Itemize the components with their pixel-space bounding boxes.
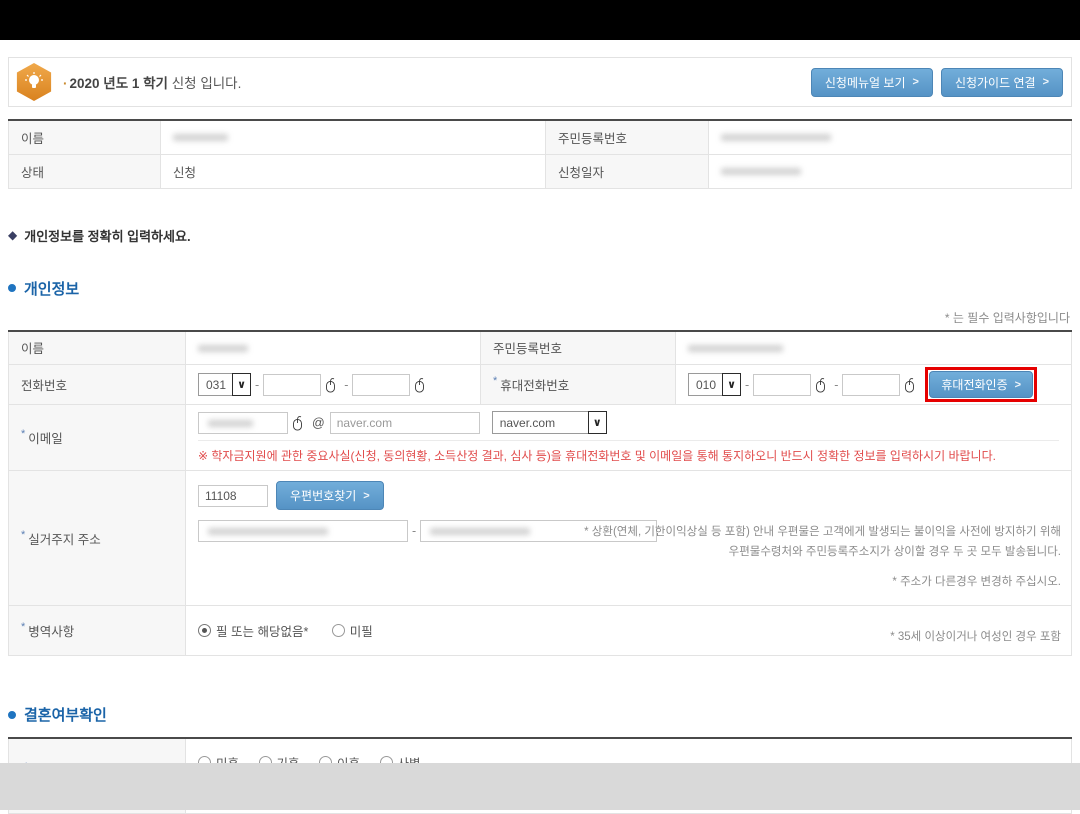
chevron-down-icon: ∨ xyxy=(588,411,607,434)
address-mail-note: * 상환(연체, 기한이익상실 등 포함) 안내 우편물은 고객에게 발생되는 … xyxy=(584,523,1061,562)
redacted-value xyxy=(688,345,783,352)
rrn-value xyxy=(676,331,1072,365)
table-row: 이름 주민등록번호 xyxy=(9,331,1072,365)
summary-name-label: 이름 xyxy=(9,120,161,154)
mouse-keypad-icon[interactable] xyxy=(903,377,916,393)
mobile-prefix-select[interactable]: 010∨ xyxy=(688,373,741,396)
military-option-notdone[interactable]: 미필 xyxy=(332,621,373,640)
mobile-last-input[interactable] xyxy=(842,374,900,396)
military-label: *병역사항 xyxy=(9,606,186,656)
diamond-bullet-icon: ◆ xyxy=(8,228,17,242)
email-domain-input[interactable] xyxy=(330,412,480,434)
address-change-note: * 주소가 다른경우 변경하 주십시오. xyxy=(892,573,1061,593)
summary-date-label: 신청일자 xyxy=(546,154,709,188)
radio-icon[interactable] xyxy=(198,624,211,637)
table-row: *병역사항 필 또는 해당없음* 미필 * 35세 이상이거나 여성인 경우 포… xyxy=(9,606,1072,656)
email-label: *이메일 xyxy=(9,405,186,471)
name-value xyxy=(186,331,481,365)
phone-label: 전화번호 xyxy=(9,365,186,405)
table-row: *실거주지 주소 우편번호찾기> - * 상환(연체, 기한이익상실 등 포함)… xyxy=(9,471,1072,606)
top-black-bar xyxy=(0,0,1080,40)
notice-rest: 신청 입니다. xyxy=(172,76,242,91)
footer-gray-bar xyxy=(0,763,1080,810)
summary-date-value xyxy=(709,154,1072,188)
rrn-label: 주민등록번호 xyxy=(481,331,676,365)
mobile-label: *휴대전화번호 xyxy=(481,365,676,405)
summary-status-label: 상태 xyxy=(9,154,161,188)
chevron-icon: > xyxy=(1015,379,1021,391)
instruction-text: ◆ 개인정보를 정확히 입력하세요. xyxy=(8,226,1072,245)
at-symbol: @ xyxy=(312,416,325,430)
mouse-keypad-icon[interactable] xyxy=(413,377,426,393)
redacted-value xyxy=(173,134,228,141)
postal-search-button[interactable]: 우편번호찾기> xyxy=(276,481,384,510)
chevron-down-icon: ∨ xyxy=(232,373,251,396)
mouse-keypad-icon[interactable] xyxy=(291,415,304,431)
military-note: * 35세 이상이거나 여성인 경우 포함 xyxy=(890,628,1061,648)
redacted-value xyxy=(721,168,801,175)
notice-term: 2020 년도 1 학기 xyxy=(70,76,168,91)
required-fields-note: * 는 필수 입력사항입니다 xyxy=(8,309,1070,326)
notice-box: ·2020 년도 1 학기 신청 입니다. 신청메뉴얼 보기> 신청가이드 연결… xyxy=(8,57,1072,107)
action-highlight-box: 휴대전화인증> xyxy=(925,367,1037,402)
section-title: 개인정보 xyxy=(24,278,79,299)
mouse-keypad-icon[interactable] xyxy=(814,377,827,393)
table-row: 전화번호 031∨ - - *휴대전화번호 010∨ - xyxy=(9,365,1072,405)
email-warning-text: ※ 학자금지원에 관한 중요사실(신청, 동의현황, 소득산정 결과, 심사 등… xyxy=(198,447,996,464)
address-base-input[interactable] xyxy=(198,520,408,542)
section-bullet-icon xyxy=(8,711,16,719)
guide-button[interactable]: 신청가이드 연결> xyxy=(941,68,1063,97)
table-row: 상태 신청 신청일자 xyxy=(9,154,1072,188)
table-row: 이름 주민등록번호 xyxy=(9,120,1072,154)
email-id-input[interactable] xyxy=(198,412,288,434)
chevron-down-icon: ∨ xyxy=(722,373,741,396)
phone-prefix-select[interactable]: 031∨ xyxy=(198,373,251,396)
email-domain-select[interactable]: naver.com∨ xyxy=(492,411,607,434)
mouse-keypad-icon[interactable] xyxy=(324,377,337,393)
summary-rrn-label: 주민등록번호 xyxy=(546,120,709,154)
chevron-icon: > xyxy=(1043,76,1049,88)
notice-bullet: · xyxy=(63,76,68,91)
personal-info-table: 이름 주민등록번호 전화번호 031∨ - - *휴대전화번호 xyxy=(8,330,1072,657)
phone-middle-input[interactable] xyxy=(263,374,321,396)
radio-icon[interactable] xyxy=(332,624,345,637)
summary-status-value: 신청 xyxy=(161,154,546,188)
manual-button[interactable]: 신청메뉴얼 보기> xyxy=(811,68,933,97)
mobile-verify-button[interactable]: 휴대전화인증> xyxy=(929,371,1033,398)
address-label: *실거주지 주소 xyxy=(9,471,186,606)
section-title: 결혼여부확인 xyxy=(24,704,107,725)
chevron-icon: > xyxy=(363,490,369,502)
military-option-done[interactable]: 필 또는 해당없음* xyxy=(198,621,308,640)
redacted-value xyxy=(721,134,831,141)
section-bullet-icon xyxy=(8,284,16,292)
redacted-value xyxy=(198,345,248,352)
lightbulb-icon xyxy=(15,63,53,101)
summary-rrn-value xyxy=(709,120,1072,154)
postal-code-input[interactable] xyxy=(198,485,268,507)
summary-name-value xyxy=(161,120,546,154)
application-summary-table: 이름 주민등록번호 상태 신청 신청일자 xyxy=(8,119,1072,189)
section-marriage: 결혼여부확인 xyxy=(8,704,1072,725)
semester-notice: ·2020 년도 1 학기 신청 입니다. xyxy=(63,72,241,92)
phone-last-input[interactable] xyxy=(352,374,410,396)
chevron-icon: > xyxy=(913,76,919,88)
name-label: 이름 xyxy=(9,331,186,365)
table-row: *이메일 @ naver.com∨ ※ 학자금지원에 관한 중요사실(신청, 동… xyxy=(9,405,1072,471)
mobile-middle-input[interactable] xyxy=(753,374,811,396)
section-personal-info: 개인정보 xyxy=(8,278,1072,299)
